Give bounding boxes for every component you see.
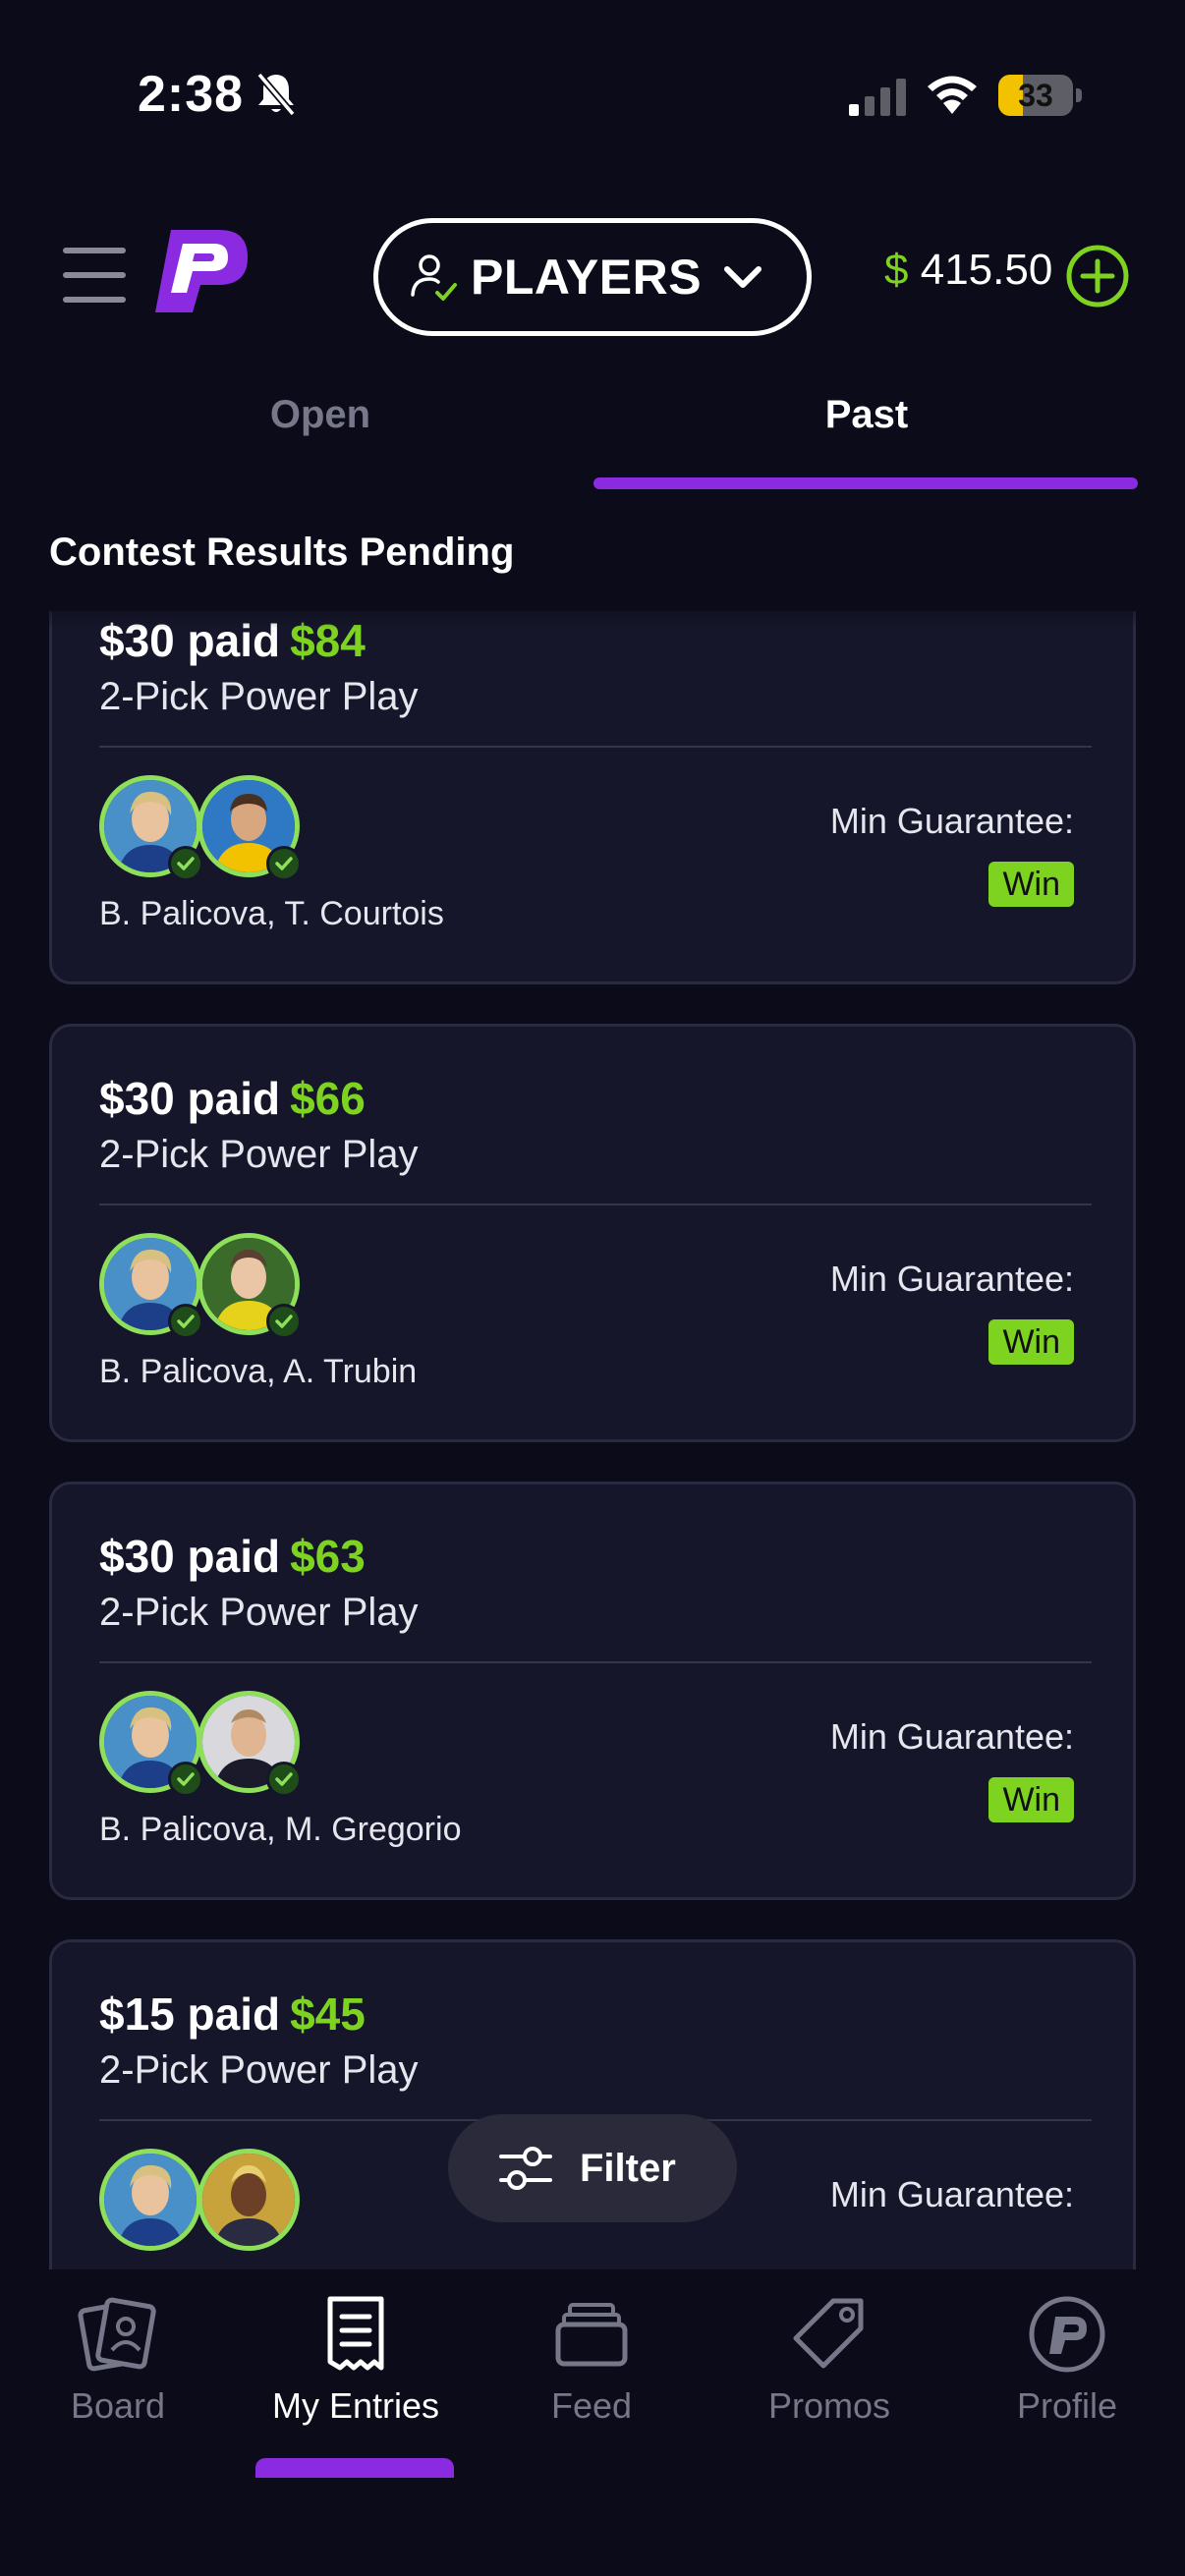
tab-open[interactable]: Open — [0, 393, 641, 462]
bottom-nav: Board My Entries Feed Promos Profile — [0, 2269, 1185, 2576]
wifi-icon — [924, 73, 981, 116]
min-guarantee-label: Min Guarantee: — [829, 1716, 1074, 1757]
board-cards-icon — [78, 2297, 156, 2372]
tag-icon — [793, 2298, 864, 2369]
entry-payout: $63 — [290, 1531, 366, 1582]
entry-type: 2-Pick Power Play — [99, 1133, 419, 1176]
battery-tip — [1076, 88, 1082, 102]
check-circle-icon — [168, 1304, 203, 1339]
player-avatars — [99, 775, 315, 883]
player-avatars — [99, 1233, 315, 1341]
player-mode-label: PLAYERS — [471, 250, 703, 305]
entry-payout: $45 — [290, 1988, 366, 2040]
status-badge: Win — [988, 1777, 1074, 1822]
check-circle-icon — [266, 846, 302, 881]
check-circle-icon — [168, 846, 203, 881]
bell-slash-icon — [254, 71, 299, 118]
nav-label-board: Board — [70, 2385, 166, 2426]
entry-paid: $30 paid — [99, 1073, 281, 1124]
status-badge: Win — [988, 1319, 1074, 1365]
nav-label-profile: Profile — [1016, 2385, 1118, 2426]
divider — [99, 746, 1092, 748]
cellular-signal-icon — [847, 77, 908, 116]
entry-header: $30 paid $63 — [99, 1530, 366, 1583]
receipt-icon — [327, 2296, 384, 2371]
entry-header: $15 paid $45 — [99, 1988, 366, 2041]
entries-tabs: Open Past — [0, 393, 1185, 495]
status-time: 2:38 — [138, 66, 245, 123]
entry-payout: $66 — [290, 1073, 366, 1124]
nav-active-indicator — [255, 2458, 454, 2478]
avatar — [99, 2149, 201, 2251]
battery-level: 33 — [1018, 78, 1053, 113]
entry-card[interactable]: $30 paid $66 2-Pick Power Play B. Palicov… — [49, 1024, 1136, 1442]
hamburger-menu-icon[interactable] — [63, 248, 126, 303]
avatar — [198, 2149, 300, 2251]
profile-logo-icon — [1029, 2296, 1105, 2373]
entry-type: 2-Pick Power Play — [99, 675, 419, 718]
nav-item-profile[interactable]: Profile — [959, 2293, 1175, 2431]
entry-header: $30 paid $66 — [99, 1072, 366, 1125]
player-mode-selector[interactable]: PLAYERS — [373, 218, 812, 336]
nav-label-my-entries: My Entries — [271, 2385, 440, 2426]
check-circle-icon — [266, 1762, 302, 1797]
nav-item-my-entries[interactable]: My Entries — [248, 2293, 464, 2431]
check-circle-icon — [168, 1762, 203, 1797]
check-circle-icon — [266, 1304, 302, 1339]
entry-paid: $15 paid — [99, 1988, 281, 2040]
chevron-down-icon — [724, 266, 762, 288]
entry-players: B. Palicova, A. Trubin — [99, 1353, 418, 1390]
balance-currency: $ — [884, 246, 909, 294]
balance-amount: 415.50 — [920, 246, 1053, 294]
entry-card[interactable]: $30 paid $63 2-Pick Power Play B. Palicov… — [49, 1482, 1136, 1900]
inbox-tray-icon — [555, 2303, 628, 2367]
scroll-fade — [0, 589, 1185, 629]
entry-card[interactable]: $30 paid $84 2-Pick Power Play B. Palicov… — [49, 611, 1136, 984]
entry-paid: $30 paid — [99, 1531, 281, 1582]
nav-label-promos: Promos — [767, 2385, 891, 2426]
plus-circle-icon[interactable] — [1065, 244, 1130, 308]
sliders-icon — [499, 2147, 552, 2190]
filter-button[interactable]: Filter — [448, 2114, 737, 2222]
battery-body: 33 — [998, 75, 1073, 116]
nav-item-feed[interactable]: Feed — [483, 2293, 700, 2431]
nav-label-feed: Feed — [550, 2385, 633, 2426]
nav-item-board[interactable]: Board — [10, 2293, 226, 2431]
prizepicks-logo-icon[interactable] — [149, 224, 252, 318]
status-badge: Win — [988, 862, 1074, 907]
player-avatars — [99, 2149, 315, 2257]
tab-active-indicator — [593, 477, 1138, 489]
filter-label: Filter — [580, 2146, 676, 2190]
entries-list[interactable]: $30 paid $84 2-Pick Power Play B. Palicov… — [0, 611, 1185, 2269]
section-title: Contest Results Pending — [49, 531, 515, 574]
divider — [99, 1204, 1092, 1205]
entry-type: 2-Pick Power Play — [99, 1591, 419, 1634]
entry-type: 2-Pick Power Play — [99, 2048, 419, 2092]
account-balance[interactable]: $ 415.50 — [884, 246, 1052, 295]
entry-players: B. Palicova, M. Gregorio — [99, 1811, 462, 1848]
min-guarantee-label: Min Guarantee: — [829, 2174, 1074, 2214]
nav-item-promos[interactable]: Promos — [721, 2293, 937, 2431]
status-bar: 2:38 33 — [0, 0, 1185, 196]
app-header: PLAYERS $ 415.50 — [0, 196, 1185, 354]
divider — [99, 1661, 1092, 1663]
tab-past[interactable]: Past — [593, 393, 1140, 462]
entry-players: B. Palicova, T. Courtois — [99, 895, 444, 932]
user-check-icon — [411, 254, 457, 301]
min-guarantee-label: Min Guarantee: — [829, 1259, 1074, 1299]
battery-icon: 33 — [998, 75, 1082, 116]
player-avatars — [99, 1691, 315, 1799]
min-guarantee-label: Min Guarantee: — [829, 801, 1074, 841]
